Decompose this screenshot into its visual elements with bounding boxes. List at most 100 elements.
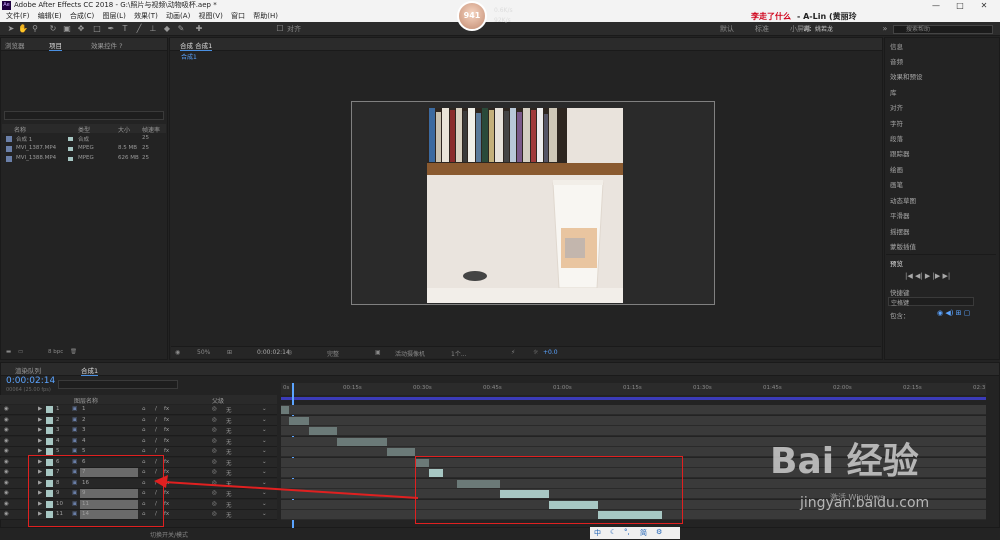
visibility-eye-icon[interactable]: ◉ xyxy=(4,501,9,507)
chevron-down-icon[interactable]: ⌄ xyxy=(262,459,267,465)
layer-name[interactable]: 2 xyxy=(82,417,86,423)
label-color-icon[interactable] xyxy=(46,448,53,455)
pen-tool-icon[interactable]: ✒ xyxy=(106,24,116,34)
col-layer-name[interactable]: 图层名称 xyxy=(74,396,98,405)
clone-stamp-tool-icon[interactable]: ⊥ xyxy=(148,24,158,34)
pan-behind-tool-icon[interactable]: ✥ xyxy=(76,24,86,34)
chevron-down-icon[interactable]: ⌄ xyxy=(262,417,267,423)
visibility-eye-icon[interactable]: ◉ xyxy=(4,490,9,496)
playback-controls[interactable]: |◀ ◀| ▶ |▶ ▶| xyxy=(905,272,950,280)
project-search-input[interactable] xyxy=(4,111,164,120)
roi-icon[interactable]: ▣ xyxy=(375,349,381,356)
fx-switch-icon[interactable]: fx xyxy=(164,438,169,444)
snapshot-icon[interactable]: ◎ xyxy=(287,349,292,356)
project-row[interactable]: MVI_1387.MP4 MPEG 8.5 MB 25 xyxy=(2,145,166,153)
layer-name[interactable]: 1 xyxy=(82,406,86,412)
ime-punct[interactable]: °, xyxy=(624,528,630,536)
parent-pickwhip-icon[interactable]: ◎ xyxy=(212,438,217,444)
comp-breadcrumb[interactable]: 合成1 xyxy=(181,52,197,61)
menu-animation[interactable]: 动画(A) xyxy=(166,11,190,22)
menu-effect[interactable]: 效果(T) xyxy=(134,11,158,22)
layer-row[interactable]: ◉ ▶ 2 ▣ 2 ⌂ / fx ◎ 无 ⌄ xyxy=(0,415,277,426)
fx-switch-icon[interactable]: fx xyxy=(164,427,169,433)
workspace-menu-icon[interactable]: » xyxy=(880,24,890,34)
current-time-display[interactable]: 0:00:02:14 xyxy=(257,349,290,356)
shy-switch-icon[interactable]: ⌂ xyxy=(142,427,146,433)
visibility-eye-icon[interactable]: ◉ xyxy=(4,406,9,412)
project-row[interactable]: 合成 1 合成 25 xyxy=(2,135,166,143)
parent-select[interactable]: 无 xyxy=(226,427,232,435)
expand-triangle-icon[interactable]: ▶ xyxy=(38,438,42,444)
menu-view[interactable]: 视图(V) xyxy=(199,11,223,22)
zoom-select[interactable]: 50% xyxy=(197,349,210,356)
grid-icon[interactable]: ⊞ xyxy=(227,349,232,356)
fx-switch-icon[interactable]: fx xyxy=(164,448,169,454)
trash-icon[interactable]: 🗑 xyxy=(70,349,77,355)
camera-snapshot-icon[interactable]: ◉ xyxy=(175,349,180,356)
shy-switch-icon[interactable]: ⌂ xyxy=(142,417,146,423)
panel-brushes[interactable]: 画笔 xyxy=(890,179,903,189)
panel-paint[interactable]: 绘画 xyxy=(890,164,903,174)
quality-switch-icon[interactable]: / xyxy=(155,448,157,454)
parent-pickwhip-icon[interactable]: ◎ xyxy=(212,417,217,423)
menu-edit[interactable]: 编辑(E) xyxy=(38,11,62,22)
chevron-down-icon[interactable]: ⌄ xyxy=(262,427,267,433)
menu-window[interactable]: 窗口 xyxy=(231,11,245,22)
panel-mask-interpolation[interactable]: 蒙版插值 xyxy=(890,241,916,251)
rectangle-tool-icon[interactable]: □ xyxy=(92,24,102,34)
close-button[interactable]: ✕ xyxy=(972,0,996,11)
selection-tool-icon[interactable]: ➤ xyxy=(6,24,16,34)
rotate-tool-icon[interactable]: ↻ xyxy=(48,24,58,34)
work-area-bar[interactable] xyxy=(281,397,986,400)
layer-row[interactable]: ◉ ▶ 3 ▣ 3 ⌂ / fx ◎ 无 ⌄ xyxy=(0,426,277,436)
ime-moon-icon[interactable]: ☾ xyxy=(610,528,616,536)
visibility-eye-icon[interactable]: ◉ xyxy=(4,459,9,465)
shy-switch-icon[interactable]: ⌂ xyxy=(142,448,146,454)
quality-switch-icon[interactable]: / xyxy=(155,438,157,444)
panel-paragraph[interactable]: 段落 xyxy=(890,133,903,143)
parent-pickwhip-icon[interactable]: ◎ xyxy=(212,459,217,465)
fx-switch-icon[interactable]: fx xyxy=(164,406,169,412)
panel-character[interactable]: 字符 xyxy=(890,118,903,128)
visibility-eye-icon[interactable]: ◉ xyxy=(4,427,9,433)
parent-select[interactable]: 无 xyxy=(226,417,232,425)
panel-align[interactable]: 对齐 xyxy=(890,102,903,112)
layer-row[interactable]: ◉ ▶ 4 ▣ 4 ⌂ / fx ◎ 无 ⌄ xyxy=(0,436,277,447)
exposure-value[interactable]: +0.0 xyxy=(543,349,558,356)
camera-tool-icon[interactable]: ▣ xyxy=(62,24,72,34)
timeline-search-input[interactable] xyxy=(58,380,178,389)
visibility-eye-icon[interactable]: ◉ xyxy=(4,480,9,486)
visibility-eye-icon[interactable]: ◉ xyxy=(4,438,9,444)
parent-select[interactable]: 无 xyxy=(226,448,232,456)
layer-duration-bar[interactable] xyxy=(337,437,387,446)
exposure-icon[interactable]: ☼ xyxy=(533,349,538,356)
expand-triangle-icon[interactable]: ▶ xyxy=(38,417,42,423)
tab-composition[interactable]: 合成 合成1 xyxy=(180,40,213,51)
workspace-standard[interactable]: 标准 xyxy=(755,24,769,34)
col-name[interactable]: 名称 xyxy=(14,125,26,134)
label-color-icon[interactable] xyxy=(46,416,53,424)
fx-switch-icon[interactable]: fx xyxy=(164,459,169,465)
tab-render-queue[interactable]: 渲染队列 xyxy=(15,365,41,375)
time-ruler[interactable]: 0s 00:15s 00:30s 00:45s 01:00s 01:15s 01… xyxy=(281,383,986,395)
puppet-tool-icon[interactable]: ✚ xyxy=(194,24,204,34)
col-type[interactable]: 类型 xyxy=(78,125,90,134)
tab-browser[interactable]: 浏览器 xyxy=(5,40,25,50)
toggle-switches-modes[interactable]: 切换开关/模式 xyxy=(150,530,188,539)
chevron-down-icon[interactable]: ⌄ xyxy=(262,406,267,412)
col-size[interactable]: 大小 xyxy=(118,125,130,134)
chevron-down-icon[interactable]: ⌄ xyxy=(262,438,267,444)
col-fps[interactable]: 帧速率 xyxy=(142,125,160,134)
menu-help[interactable]: 帮助(H) xyxy=(253,11,278,22)
visibility-eye-icon[interactable]: ◉ xyxy=(4,417,9,423)
menu-layer[interactable]: 图层(L) xyxy=(102,11,125,22)
shy-switch-icon[interactable]: ⌂ xyxy=(142,406,146,412)
expand-triangle-icon[interactable]: ▶ xyxy=(38,406,42,412)
shy-switch-icon[interactable]: ⌂ xyxy=(142,438,146,444)
brush-tool-icon[interactable]: ╱ xyxy=(134,24,144,34)
views-select[interactable]: 1个... xyxy=(451,349,467,358)
workspace-default[interactable]: 默认 xyxy=(720,24,734,34)
folder-icon[interactable]: ▬ xyxy=(6,349,11,355)
type-tool-icon[interactable]: T xyxy=(120,24,130,34)
layer-duration-bar[interactable] xyxy=(309,427,338,435)
